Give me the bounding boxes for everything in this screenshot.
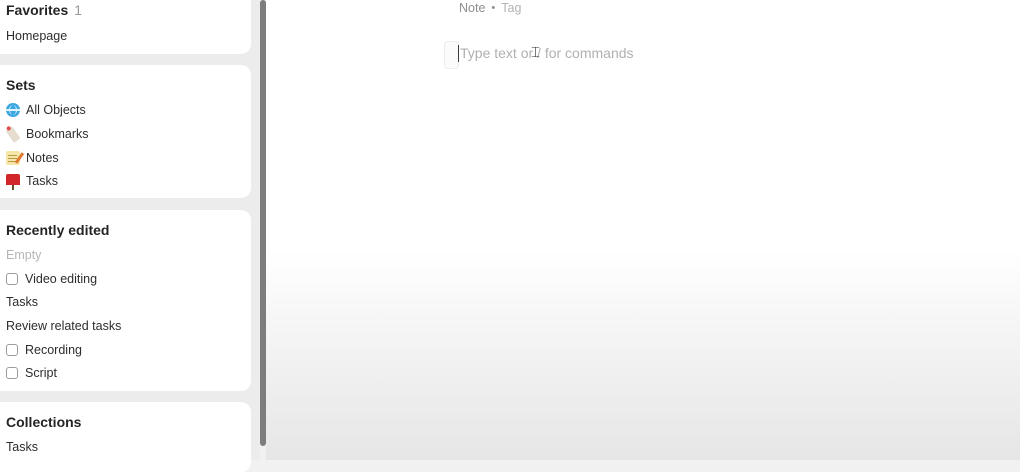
notepad-icon [6, 151, 20, 165]
checkbox[interactable] [6, 344, 18, 356]
set-item-label: All Objects [26, 103, 86, 117]
recent-item-label: Review related tasks [6, 319, 122, 333]
set-item-bookmarks[interactable]: Bookmarks [5, 124, 89, 144]
set-item-tasks[interactable]: Tasks [6, 171, 58, 191]
collection-item-tasks[interactable]: Tasks [6, 437, 38, 457]
sets-widget: Sets All Objects Bookmarks Notes Tasks [0, 65, 251, 198]
recent-item-label: Video editing [25, 272, 98, 286]
editor-input[interactable]: Type text or / for commands [458, 44, 758, 62]
sets-title[interactable]: Sets [6, 77, 36, 93]
recent-item-tasks[interactable]: Tasks [6, 292, 38, 312]
favorites-item-label: Homepage [6, 29, 68, 43]
favorites-label: Favorites [6, 2, 69, 18]
sidebar: Favorites 1 Homepage Sets All Objects Boo… [0, 0, 260, 472]
collections-widget: Collections Tasks [0, 402, 251, 472]
editor-placeholder: Type text or / for commands [460, 45, 634, 61]
recent-item-review-related-tasks[interactable]: Review related tasks [6, 316, 121, 336]
recent-item-empty[interactable]: Empty [6, 245, 41, 265]
text-caret [458, 44, 459, 62]
recent-item-script[interactable]: Script [6, 363, 57, 383]
recent-item-label: Recording [25, 343, 82, 357]
bookmark-icon [5, 125, 21, 143]
globe-icon [6, 103, 20, 117]
recent-item-recording[interactable]: Recording [6, 340, 82, 360]
set-item-notes[interactable]: Notes [6, 148, 59, 168]
recent-item-video-editing[interactable]: Video editing [6, 269, 97, 289]
favorites-item-homepage[interactable]: Homepage [6, 26, 67, 46]
favorites-count: 1 [74, 2, 83, 18]
object-type-label[interactable]: Note [459, 1, 485, 15]
recently-edited-title[interactable]: Recently edited [6, 222, 109, 238]
recent-item-label: Tasks [6, 295, 38, 309]
favorites-title[interactable]: Favorites 1 [6, 2, 82, 18]
tag-label[interactable]: Tag [501, 1, 521, 15]
block-drag-handle[interactable] [444, 41, 459, 69]
favorites-widget: Favorites 1 Homepage [0, 0, 251, 54]
collection-item-label: Tasks [6, 440, 38, 454]
checkbox[interactable] [6, 273, 18, 285]
object-meta: Note • Tag [459, 1, 521, 15]
meta-separator: • [491, 2, 496, 14]
recent-item-label: Script [25, 366, 57, 380]
editor-area: Note • Tag Type text or / for commands ⌶ [266, 0, 1020, 460]
ibeam-cursor-icon: ⌶ [531, 43, 541, 61]
recently-edited-widget: Recently edited Empty Video editing Task… [0, 210, 251, 391]
set-item-label: Tasks [26, 174, 58, 188]
set-item-label: Notes [26, 151, 59, 165]
recent-item-label: Empty [6, 248, 42, 262]
collections-title[interactable]: Collections [6, 414, 81, 430]
set-item-label: Bookmarks [26, 127, 89, 141]
set-item-all-objects[interactable]: All Objects [6, 100, 86, 120]
checkbox[interactable] [6, 367, 18, 379]
mailbox-icon [6, 174, 20, 190]
